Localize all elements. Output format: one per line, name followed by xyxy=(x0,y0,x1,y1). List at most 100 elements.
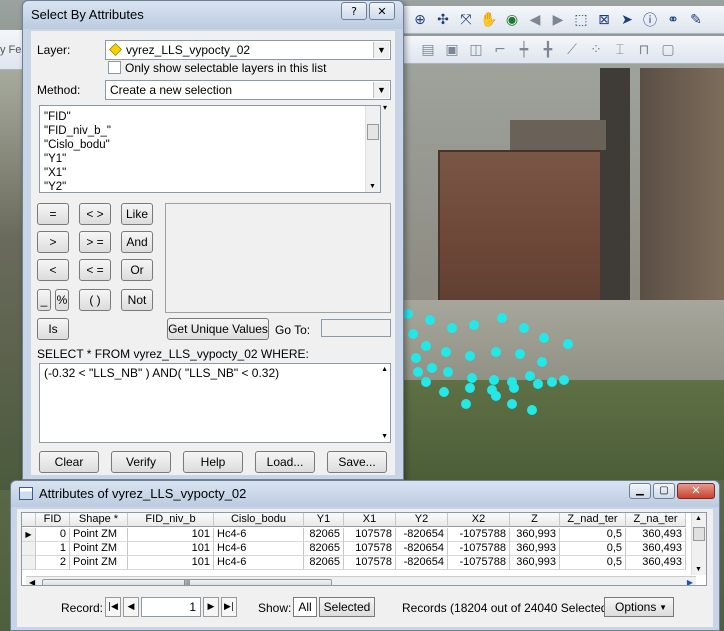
method-select[interactable]: Create a new selection ▼ xyxy=(105,80,391,100)
column-header[interactable]: Y1 xyxy=(304,513,344,527)
row-selector[interactable] xyxy=(22,556,36,570)
table-vertical-scrollbar[interactable]: ▲ ▼ xyxy=(691,513,706,575)
and-button[interactable]: And xyxy=(121,231,153,253)
scroll-down-icon[interactable]: ▼ xyxy=(369,183,376,190)
sketch-square-icon[interactable]: ◫ xyxy=(466,40,486,60)
unique-values-list[interactable] xyxy=(165,203,391,313)
parentheses-button[interactable]: ( ) xyxy=(79,289,111,311)
table-horizontal-scrollbar[interactable]: ◀ ||| ▶ xyxy=(26,576,696,585)
next-record-icon[interactable]: ▶ xyxy=(203,597,219,617)
scroll-up-icon[interactable]: ▲ xyxy=(695,515,702,522)
split-icon[interactable]: ⌶ xyxy=(610,40,630,60)
scroll-left-icon[interactable]: ◀ xyxy=(29,578,35,585)
show-selected-button[interactable]: Selected xyxy=(319,597,375,617)
table-scroll-thumb[interactable] xyxy=(693,527,705,541)
field-item[interactable]: "X1" xyxy=(40,166,360,180)
edge-tool-icon[interactable]: ⌐ xyxy=(490,40,510,60)
field-item[interactable]: "Cislo_bodu" xyxy=(40,138,360,152)
save-button[interactable]: Save... xyxy=(327,451,387,473)
fields-list[interactable]: "FID" "FID_niv_b_" "Cislo_bodu" "Y1" "X1" "Y2… xyxy=(39,105,381,193)
attribute-table[interactable]: FID Shape * FID_niv_b Cislo_bodu Y1 X1 Y2 X2 Z Z_… xyxy=(21,512,707,586)
identify-icon[interactable]: ⓘ xyxy=(640,10,660,30)
forward-arrow-icon[interactable]: ▶ xyxy=(548,10,568,30)
goto-input[interactable] xyxy=(321,319,391,337)
first-record-icon[interactable]: |◀ xyxy=(105,597,121,617)
close-window-button[interactable]: ✕ xyxy=(677,483,715,499)
column-header[interactable]: X1 xyxy=(344,513,396,527)
not-button[interactable]: Not xyxy=(121,289,153,311)
fixed-zoom-in-icon[interactable]: ✣ xyxy=(433,10,453,30)
column-header[interactable]: FID xyxy=(36,513,70,527)
dialog-titlebar[interactable]: Select By Attributes ? ✕ xyxy=(23,1,403,29)
scroll-right-icon[interactable]: ▶ xyxy=(687,578,693,585)
midpoint-icon[interactable]: ╋ xyxy=(538,40,558,60)
column-header[interactable]: Cislo_bodu xyxy=(214,513,304,527)
field-item[interactable]: "FID_niv_b_" xyxy=(40,124,360,138)
select-features-icon[interactable]: ⬚ xyxy=(571,10,591,30)
table-row[interactable]: 1 Point ZM 101 Hc4-6 82065 107578 -820654 -1075… xyxy=(22,542,686,556)
previous-record-icon[interactable]: ◀ xyxy=(123,597,139,617)
field-item[interactable]: "Y1" xyxy=(40,152,360,166)
load-button[interactable]: Load... xyxy=(255,451,315,473)
find-binoculars-icon[interactable]: ⚭ xyxy=(663,10,683,30)
column-header[interactable]: Z_nad_ter xyxy=(560,513,626,527)
image-icon[interactable]: ▣ xyxy=(442,40,462,60)
dotted-select-icon[interactable]: ⁘ xyxy=(586,40,606,60)
equals-button[interactable]: = xyxy=(37,203,69,225)
like-button[interactable]: Like xyxy=(121,203,153,225)
line-icon[interactable]: ⟋ xyxy=(562,40,582,60)
scroll-up-icon[interactable]: ▲ xyxy=(381,366,388,373)
close-button[interactable]: ✕ xyxy=(369,2,395,20)
only-selectable-checkbox[interactable] xyxy=(108,61,121,74)
get-unique-values-button[interactable]: Get Unique Values xyxy=(167,318,269,340)
minimize-button[interactable]: ▁ xyxy=(629,483,651,499)
row-selector[interactable] xyxy=(22,542,36,556)
record-number-input[interactable]: 1 xyxy=(141,597,201,617)
fields-scrollbar[interactable]: ▼ xyxy=(365,106,380,192)
sql-expression-input[interactable]: (-0.32 < "LLS_NB" ) AND( "LLS_NB" < 0.32… xyxy=(39,363,391,443)
less-equal-button[interactable]: < = xyxy=(79,259,111,281)
clear-selection-icon[interactable]: ⊠ xyxy=(594,10,614,30)
measure-icon[interactable]: ✎ xyxy=(686,10,706,30)
less-than-button[interactable]: < xyxy=(37,259,69,281)
full-extent-globe-icon[interactable]: ◉ xyxy=(502,10,522,30)
maximize-button[interactable]: ▢ xyxy=(653,483,675,499)
attributes-titlebar[interactable]: Attributes of vyrez_LLS_vypocty_02 ▁ ▢ ✕ xyxy=(11,481,719,507)
column-header[interactable]: Z xyxy=(510,513,560,527)
table-row[interactable]: 2 Point ZM 101 Hc4-6 82065 107578 -820654 -1075… xyxy=(22,556,686,570)
verify-button[interactable]: Verify xyxy=(111,451,171,473)
horizontal-scroll-thumb[interactable]: ||| xyxy=(42,579,332,585)
list-resize-icon[interactable]: ▾ xyxy=(383,103,387,112)
column-header[interactable]: FID_niv_b xyxy=(128,513,214,527)
not-equals-button[interactable]: < > xyxy=(79,203,111,225)
options-button[interactable]: Options ▼ xyxy=(604,597,674,617)
table-row[interactable]: ▶ 0 Point ZM 101 Hc4-6 82065 107578 -820654 -107… xyxy=(22,528,686,542)
vertex-icon[interactable]: ┿ xyxy=(514,40,534,60)
help-title-button[interactable]: ? xyxy=(341,2,367,20)
fixed-zoom-out-icon[interactable]: ⤧ xyxy=(456,10,476,30)
zoom-in-icon[interactable]: ⊕ xyxy=(410,10,430,30)
rectangle-icon[interactable]: ▢ xyxy=(658,40,678,60)
clear-button[interactable]: Clear xyxy=(39,451,99,473)
column-header[interactable]: Z_na_ter xyxy=(626,513,686,527)
underscore-button[interactable]: _ xyxy=(37,289,51,311)
reshape-icon[interactable]: ⊓ xyxy=(634,40,654,60)
field-item[interactable]: "Y2" xyxy=(40,180,360,192)
scroll-down-icon[interactable]: ▼ xyxy=(695,566,702,573)
pan-hand-icon[interactable]: ✋ xyxy=(479,10,499,30)
column-header[interactable]: X2 xyxy=(448,513,510,527)
table-icon[interactable]: ▤ xyxy=(418,40,438,60)
percent-button[interactable]: % xyxy=(55,289,69,311)
layer-select[interactable]: vyrez_LLS_vypocty_02 ▼ xyxy=(105,40,391,60)
or-button[interactable]: Or xyxy=(121,259,153,281)
show-all-button[interactable]: All xyxy=(293,597,317,617)
greater-than-button[interactable]: > xyxy=(37,231,69,253)
scroll-down-icon[interactable]: ▼ xyxy=(381,433,388,440)
last-record-icon[interactable]: ▶| xyxy=(221,597,237,617)
back-arrow-icon[interactable]: ◀ xyxy=(525,10,545,30)
fields-scroll-thumb[interactable] xyxy=(367,124,379,140)
field-item[interactable]: "FID" xyxy=(40,110,360,124)
row-selector[interactable]: ▶ xyxy=(22,528,36,542)
select-elements-icon[interactable]: ➤ xyxy=(617,10,637,30)
help-button[interactable]: Help xyxy=(183,451,243,473)
